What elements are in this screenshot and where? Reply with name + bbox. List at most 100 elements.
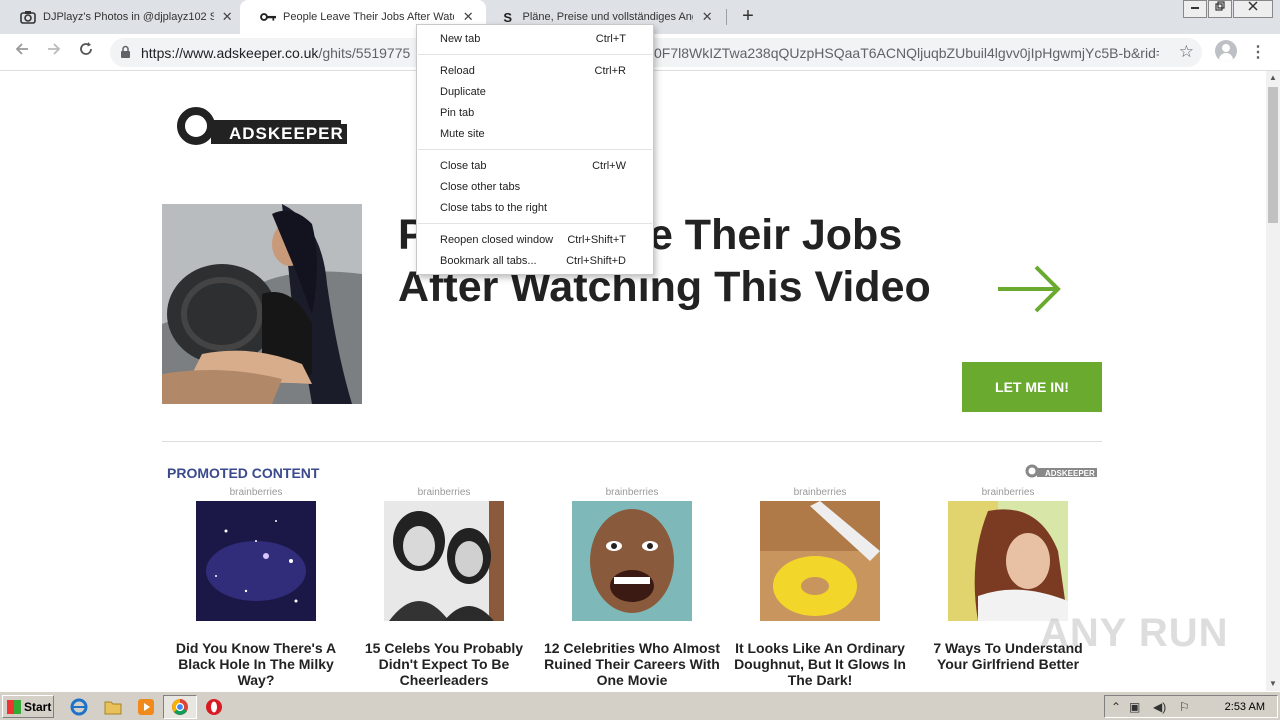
tab-title: People Leave Their Jobs After Watch: [283, 11, 455, 23]
menu-item-close-other-tabs[interactable]: Close other tabs: [417, 177, 653, 198]
card-source: brainberries: [793, 487, 847, 498]
menu-separator: [418, 54, 652, 55]
adskeeper-small-logo[interactable]: ADSKEEPER: [1025, 463, 1099, 479]
cheerleaders-photo-image: [384, 501, 504, 621]
menu-item-new-tab[interactable]: New tab Ctrl+T: [417, 29, 653, 50]
menu-item-label: New tab: [440, 33, 481, 45]
adskeeper-logo[interactable]: ADSKEEPER: [177, 107, 349, 147]
window-close-button[interactable]: [1233, 0, 1273, 18]
menu-item-duplicate[interactable]: Duplicate: [417, 82, 653, 103]
media-player-icon[interactable]: [137, 698, 155, 716]
menu-item-bookmark-all-tabs[interactable]: Bookmark all tabs... Ctrl+Shift+D: [417, 251, 653, 272]
profile-avatar-icon[interactable]: [1215, 40, 1237, 62]
key-icon: [260, 9, 276, 25]
menu-separator: [418, 223, 652, 224]
forward-button[interactable]: [42, 40, 66, 64]
card-source: brainberries: [981, 487, 1035, 498]
page-scrollbar[interactable]: ▲ ▼: [1266, 71, 1280, 691]
menu-item-label: Bookmark all tabs...: [440, 255, 537, 267]
woman-in-car-image: [162, 204, 362, 404]
reload-icon: [80, 42, 92, 55]
back-arrow-icon: [15, 43, 28, 55]
opera-icon[interactable]: [205, 698, 223, 716]
restore-button[interactable]: [1208, 0, 1232, 18]
celebrity-face-image: [572, 501, 692, 621]
menu-item-label: Pin tab: [440, 107, 475, 119]
galaxy-image: [196, 501, 316, 621]
card-source: brainberries: [417, 487, 471, 498]
menu-item-shortcut: Ctrl+Shift+D: [566, 255, 626, 267]
menu-item-shortcut: Ctrl+R: [594, 65, 626, 77]
action-center-flag-icon[interactable]: ⚐: [1179, 700, 1190, 714]
menu-item-close-tabs-right[interactable]: Close tabs to the right: [417, 198, 653, 219]
screen: DJPlayz's Photos in @djplayz102 Soc ✕ Pe…: [0, 0, 1280, 720]
clock[interactable]: 2:53 AM: [1225, 701, 1265, 713]
card-title: 15 Celebs You Probably Didn't Expect To …: [364, 640, 524, 688]
menu-item-reopen-closed-window[interactable]: Reopen closed window Ctrl+Shift+T: [417, 230, 653, 251]
bookmark-star-icon[interactable]: ☆: [1179, 42, 1194, 62]
menu-item-label: Mute site: [440, 128, 485, 140]
small-logo-text: ADSKEEPER: [1045, 469, 1095, 478]
scroll-up-icon[interactable]: ▲: [1266, 71, 1280, 85]
tab-djplayz-photos[interactable]: DJPlayz's Photos in @djplayz102 Soc ✕: [0, 0, 245, 34]
windows-flag-icon: [7, 699, 21, 714]
menu-item-label: Duplicate: [440, 86, 486, 98]
promo-card[interactable]: brainberries It Looks Like An Ordinary D…: [730, 485, 910, 688]
card-title: 12 Celebrities Who Almost Ruined Their C…: [543, 640, 721, 688]
card-source: brainberries: [605, 487, 659, 498]
scroll-thumb[interactable]: [1268, 87, 1278, 223]
girlfriend-image: [948, 501, 1068, 621]
menu-item-label: Close other tabs: [440, 181, 521, 193]
url-path: /ghits/5519775: [318, 45, 411, 61]
menu-item-label: Close tabs to the right: [440, 202, 548, 214]
menu-kebab-icon[interactable]: ⋮: [1250, 42, 1266, 62]
card-title: Did You Know There's A Black Hole In The…: [175, 640, 337, 688]
network-icon[interactable]: ▣: [1129, 700, 1140, 714]
menu-item-pin-tab[interactable]: Pin tab: [417, 103, 653, 124]
tray-expand-icon[interactable]: ⌃: [1111, 700, 1121, 714]
menu-item-reload[interactable]: Reload Ctrl+R: [417, 61, 653, 82]
right-arrow-icon[interactable]: [996, 261, 1064, 317]
tab-title: Pläne, Preise und vollständiges Ange: [522, 11, 694, 23]
ie-icon[interactable]: [70, 698, 88, 716]
tab-context-menu: New tab Ctrl+T Reload Ctrl+R Duplicate P…: [416, 24, 654, 275]
restore-icon: [1215, 1, 1225, 11]
menu-item-label: Close tab: [440, 160, 487, 172]
divider: [162, 441, 1102, 442]
back-button[interactable]: [10, 40, 34, 64]
folder-icon[interactable]: [104, 698, 122, 716]
windows-taskbar: Start ⌃ ▣ ◀) ⚐ 2:53 AM: [0, 691, 1280, 720]
promo-card[interactable]: brainberries 15 Celebs You Probably Didn…: [354, 485, 534, 688]
url-path-tail: 0F7l8WkIZTwa238qQUzpHSQaaT6ACNQljuqbZUbu…: [654, 45, 1159, 61]
scroll-down-icon[interactable]: ▼: [1266, 677, 1280, 691]
minimize-button[interactable]: [1183, 0, 1207, 18]
minimize-icon: [1191, 7, 1199, 9]
camera-icon: [20, 9, 36, 25]
forward-arrow-icon: [48, 43, 61, 55]
logo-text: ADSKEEPER: [229, 124, 344, 143]
promo-card[interactable]: brainberries 12 Celebrities Who Almost R…: [542, 485, 722, 688]
menu-item-label: Reopen closed window: [440, 234, 554, 246]
tab-separator: [726, 9, 727, 25]
close-icon[interactable]: ✕: [699, 9, 715, 25]
menu-item-mute-site[interactable]: Mute site: [417, 124, 653, 145]
reload-button[interactable]: [74, 40, 98, 64]
close-icon[interactable]: ✕: [220, 9, 236, 25]
close-icon[interactable]: ✕: [460, 9, 476, 25]
hero-image[interactable]: [162, 204, 362, 404]
card-title: It Looks Like An Ordinary Doughnut, But …: [734, 640, 906, 688]
new-tab-button[interactable]: +: [738, 6, 758, 27]
promo-card[interactable]: brainberries Did You Know There's A Blac…: [166, 485, 346, 688]
close-icon: [1248, 1, 1258, 11]
menu-item-shortcut: Ctrl+Shift+T: [567, 234, 626, 246]
tab-title: DJPlayz's Photos in @djplayz102 Soc: [43, 11, 214, 23]
menu-item-shortcut: Ctrl+W: [592, 160, 626, 172]
start-button[interactable]: Start: [2, 695, 54, 718]
menu-item-close-tab[interactable]: Close tab Ctrl+W: [417, 156, 653, 177]
lock-icon: [121, 45, 130, 58]
menu-item-shortcut: Ctrl+T: [595, 33, 626, 45]
system-tray: ⌃ ▣ ◀) ⚐ 2:53 AM: [1104, 695, 1278, 718]
let-me-in-button[interactable]: LET ME IN!: [962, 362, 1102, 412]
volume-icon[interactable]: ◀): [1153, 700, 1166, 714]
card-source: brainberries: [229, 487, 283, 498]
